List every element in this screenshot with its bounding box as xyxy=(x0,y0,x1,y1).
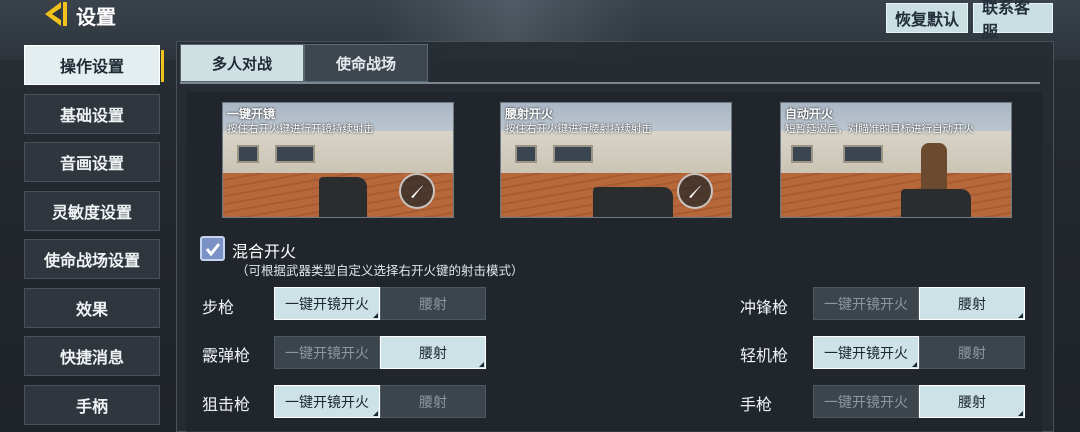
sidebar-item-controls[interactable]: 操作设置 xyxy=(24,45,164,85)
restore-default-button[interactable]: 恢复默认 xyxy=(886,3,968,33)
sniper-hip-option[interactable]: 腰射 xyxy=(380,385,486,418)
lmg-hip-option[interactable]: 腰射 xyxy=(919,336,1025,369)
checkmark-icon xyxy=(205,242,220,256)
shotgun-hip-option[interactable]: 腰射 xyxy=(380,336,486,369)
weapon-label-rifle: 步枪 xyxy=(202,298,235,317)
weapon-label-lmg: 轻机枪 xyxy=(740,346,789,365)
back-button[interactable] xyxy=(40,0,70,28)
rifle-hip-option[interactable]: 腰射 xyxy=(380,287,486,320)
sniper-scope-option[interactable]: 一键开镜开火 xyxy=(274,385,380,418)
rifle-scope-option[interactable]: 一键开镜开火 xyxy=(274,287,380,320)
preview-hip-fire[interactable]: 腰射开火 按住右开火键进行腰射持续射击 xyxy=(500,102,732,218)
sidebar-item-controller[interactable]: 手柄 xyxy=(24,384,160,425)
smg-scope-option[interactable]: 一键开镜开火 xyxy=(813,287,919,320)
tab-multiplayer[interactable]: 多人对战 xyxy=(180,44,304,82)
page-title: 设置 xyxy=(76,5,116,29)
sidebar-item-battle-royale[interactable]: 使命战场设置 xyxy=(24,239,160,279)
preview-desc: 短暂延迟后，对瞄准的目标进行自动开火 xyxy=(785,123,974,135)
contact-support-button[interactable]: 联系客服 xyxy=(973,0,1053,41)
back-arrow-icon xyxy=(45,2,67,26)
pistol-scope-option[interactable]: 一键开镜开火 xyxy=(813,385,919,418)
sidebar: 操作设置 基础设置 音画设置 灵敏度设置 使命战场设置 效果 快捷消息 手柄 xyxy=(24,45,164,432)
mode-tabs: 多人对战 使命战场 xyxy=(180,44,428,82)
preview-title: 自动开火 xyxy=(785,107,834,121)
preview-scope-fire[interactable]: 一键开镜 按住右开火键进行开镜持续射击 xyxy=(222,102,454,218)
pistol-hip-option[interactable]: 腰射 xyxy=(919,385,1025,418)
tab-divider xyxy=(180,82,1040,84)
smg-fire-mode: 一键开镜开火 腰射 xyxy=(813,287,1025,320)
weapon-label-sniper: 狙击枪 xyxy=(202,395,251,414)
preview-title: 一键开镜 xyxy=(227,107,276,121)
shotgun-scope-option[interactable]: 一键开镜开火 xyxy=(274,336,380,369)
tab-battle-royale[interactable]: 使命战场 xyxy=(304,44,428,82)
sidebar-item-basic[interactable]: 基础设置 xyxy=(24,93,160,134)
shotgun-fire-mode: 一键开镜开火 腰射 xyxy=(274,336,486,369)
mixed-fire-checkbox[interactable] xyxy=(200,236,225,261)
bullet-icon xyxy=(399,173,435,209)
bullet-icon xyxy=(677,173,713,209)
sidebar-item-quick-messages[interactable]: 快捷消息 xyxy=(24,336,160,376)
sniper-fire-mode: 一键开镜开火 腰射 xyxy=(274,385,486,418)
lmg-fire-mode: 一键开镜开火 腰射 xyxy=(813,336,1025,369)
mixed-fire-label: 混合开火 xyxy=(232,242,297,261)
preview-auto-fire[interactable]: 自动开火 短暂延迟后，对瞄准的目标进行自动开火 xyxy=(780,102,1012,218)
rifle-fire-mode: 一键开镜开火 腰射 xyxy=(274,287,486,320)
weapon-label-smg: 冲锋枪 xyxy=(740,298,789,317)
preview-desc: 按住右开火键进行腰射持续射击 xyxy=(505,123,652,135)
preview-title: 腰射开火 xyxy=(505,107,554,121)
preview-desc: 按住右开火键进行开镜持续射击 xyxy=(227,123,374,135)
weapon-label-pistol: 手枪 xyxy=(740,395,773,414)
smg-hip-option[interactable]: 腰射 xyxy=(919,287,1025,320)
sidebar-item-effects[interactable]: 效果 xyxy=(24,287,160,328)
pistol-fire-mode: 一键开镜开火 腰射 xyxy=(813,385,1025,418)
enemy-soldier xyxy=(921,143,947,193)
lmg-scope-option[interactable]: 一键开镜开火 xyxy=(813,336,919,369)
weapon-label-shotgun: 霰弹枪 xyxy=(202,346,251,365)
sidebar-item-audio-video[interactable]: 音画设置 xyxy=(24,142,160,182)
mixed-fire-description: （可根据武器类型自定义选择右开火键的射击模式） xyxy=(236,263,524,278)
sidebar-item-sensitivity[interactable]: 灵敏度设置 xyxy=(24,190,160,231)
